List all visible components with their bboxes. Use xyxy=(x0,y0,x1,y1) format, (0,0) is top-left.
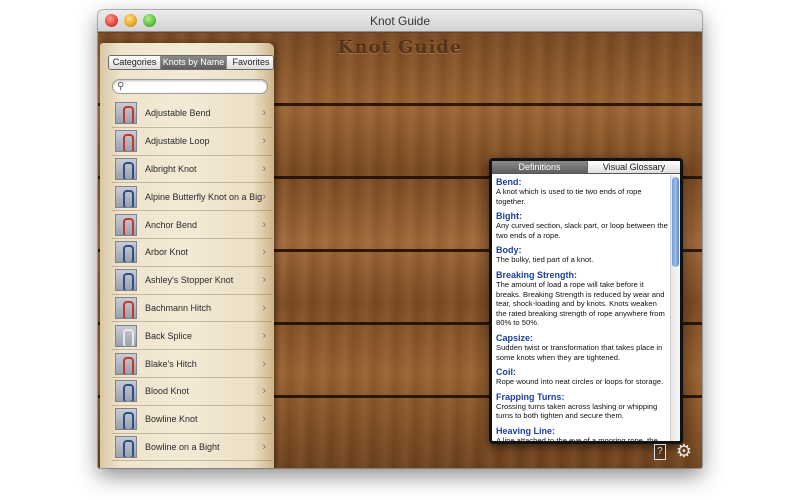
chevron-right-icon: › xyxy=(262,274,266,287)
knot-name: Blake's Hitch xyxy=(145,358,197,369)
knot-list-item[interactable]: Adjustable Bend › xyxy=(112,100,272,128)
chevron-right-icon: › xyxy=(262,162,266,175)
knot-thumbnail-icon xyxy=(115,241,137,264)
glossary-term: Heaving Line: xyxy=(496,425,556,436)
knot-list-item[interactable]: Bachmann Hitch › xyxy=(112,295,272,323)
knot-thumbnail-icon xyxy=(115,102,137,125)
knot-thumbnail-icon xyxy=(115,352,137,375)
footer-icons: ? ⚙ xyxy=(653,442,692,460)
knot-name: Adjustable Bend xyxy=(145,108,211,119)
knot-list-item[interactable]: Albright Knot › xyxy=(112,156,272,184)
search-input[interactable] xyxy=(129,81,263,92)
tab-favorites[interactable]: Favorites xyxy=(227,56,273,69)
chevron-right-icon: › xyxy=(262,107,266,120)
glossary-tabs: Definitions Visual Glossary xyxy=(492,161,680,174)
glossary-definition: The amount of load a rope will take befo… xyxy=(496,279,665,328)
chevron-right-icon: › xyxy=(262,190,266,203)
knot-thumbnail-icon xyxy=(115,269,137,292)
chevron-right-icon: › xyxy=(262,246,266,259)
knot-list-item[interactable]: Alpine Butterfly Knot on a Bight › xyxy=(112,183,272,212)
knot-thumbnail-icon xyxy=(115,213,137,236)
knot-thumbnail-icon xyxy=(115,408,137,431)
knot-name: Adjustable Loop xyxy=(145,136,210,147)
knot-list-item[interactable]: Bowline Knot › xyxy=(112,406,272,434)
window-title: Knot Guide xyxy=(369,14,431,28)
wood-background: Knot Guide Categories Knots by Name Favo… xyxy=(98,33,702,468)
glossary-panel: Definitions Visual Glossary Bend: A knot … xyxy=(489,158,683,444)
glossary-term: Breaking Strength: xyxy=(496,269,578,280)
knot-sidebar: Categories Knots by Name Favorites ⚲ Adj… xyxy=(100,43,274,468)
glossary-term: Capsize: xyxy=(496,332,534,343)
glossary-term: Body: xyxy=(496,245,522,256)
knot-name: Ashley's Stopper Knot xyxy=(145,275,234,286)
chevron-right-icon: › xyxy=(262,357,266,370)
chevron-right-icon: › xyxy=(262,135,266,148)
knot-name: Bachmann Hitch xyxy=(145,302,212,313)
knot-thumbnail-icon xyxy=(115,435,137,458)
glossary-scrollbar[interactable] xyxy=(670,175,680,441)
knot-name: Anchor Bend xyxy=(145,219,198,230)
chevron-right-icon: › xyxy=(262,301,266,314)
glossary-term: Frapping Turns: xyxy=(496,391,565,402)
chevron-right-icon: › xyxy=(262,385,266,398)
knot-name: Arbor Knot xyxy=(145,247,189,258)
tab-definitions[interactable]: Definitions xyxy=(492,161,588,173)
glossary-definition: Crossing turns taken across lashing or w… xyxy=(496,401,658,421)
knot-name: Alpine Butterfly Knot on a Bight xyxy=(145,191,263,202)
chevron-right-icon: › xyxy=(262,440,266,453)
knot-thumbnail-icon xyxy=(115,185,137,208)
glossary-definition: A line attached to the eye of a mooring … xyxy=(496,435,658,441)
search-icon: ⚲ xyxy=(117,81,125,92)
tab-knots-by-name[interactable]: Knots by Name xyxy=(161,56,227,69)
knot-list[interactable]: Adjustable Bend › Adjustable Loop › Albright… xyxy=(112,100,272,468)
knot-list-item[interactable]: Blood Knot › xyxy=(112,378,272,406)
gear-icon[interactable]: ⚙ xyxy=(676,442,692,460)
definitions-list: Bend: A knot which is used to tie two end… xyxy=(496,177,668,441)
glossary-definition: The bulky, tied part of a knot. xyxy=(496,255,594,265)
knot-name: Albright Knot xyxy=(145,163,197,174)
glossary-scroll-thumb[interactable] xyxy=(672,177,679,267)
tab-categories[interactable]: Categories xyxy=(109,56,161,69)
knot-name: Bowline Knot xyxy=(145,414,198,425)
glossary-term: Bight: xyxy=(496,211,522,222)
sidebar-tabs: Categories Knots by Name Favorites xyxy=(108,55,274,70)
chevron-right-icon: › xyxy=(262,413,266,426)
tab-visual-glossary[interactable]: Visual Glossary xyxy=(588,161,680,173)
knot-thumbnail-icon xyxy=(115,380,137,403)
knot-list-item[interactable]: Arbor Knot › xyxy=(112,239,272,267)
knot-list-item[interactable]: Back Splice › xyxy=(112,322,272,351)
knot-thumbnail-icon xyxy=(115,324,137,347)
knot-thumbnail-icon xyxy=(115,296,137,319)
glossary-term: Coil: xyxy=(496,367,516,378)
search-field[interactable]: ⚲ xyxy=(112,79,268,94)
knot-list-item[interactable]: Adjustable Loop › xyxy=(112,128,272,156)
knot-name: Bowline on a Bight xyxy=(145,441,220,452)
glossary-definition: Rope wound into neat circles or loops fo… xyxy=(496,377,664,387)
glossary-definition: Sudden twist or transformation that take… xyxy=(496,342,663,362)
knot-name: Blood Knot xyxy=(145,386,190,397)
knot-list-item[interactable]: Ashley's Stopper Knot › xyxy=(112,267,272,295)
title-bar[interactable]: Knot Guide xyxy=(98,10,702,32)
knot-thumbnail-icon xyxy=(115,157,137,180)
glossary-term: Bend: xyxy=(496,177,522,187)
knot-list-item[interactable]: Anchor Bend › xyxy=(112,211,272,239)
app-window: Knot Guide Knot Guide Categories Knots b… xyxy=(98,10,702,468)
knot-thumbnail-icon xyxy=(115,130,137,153)
knot-name: Back Splice xyxy=(145,330,193,341)
help-icon[interactable]: ? xyxy=(653,444,666,460)
knot-list-item[interactable]: Bowline on a Bight › xyxy=(112,434,272,462)
glossary-definition: Any curved section, slack part, or loop … xyxy=(496,221,668,240)
glossary-definition: A knot which is used to tie two ends of … xyxy=(496,187,642,206)
chevron-right-icon: › xyxy=(262,218,266,231)
chevron-right-icon: › xyxy=(262,329,266,342)
knot-list-item[interactable]: Blake's Hitch › xyxy=(112,350,272,378)
